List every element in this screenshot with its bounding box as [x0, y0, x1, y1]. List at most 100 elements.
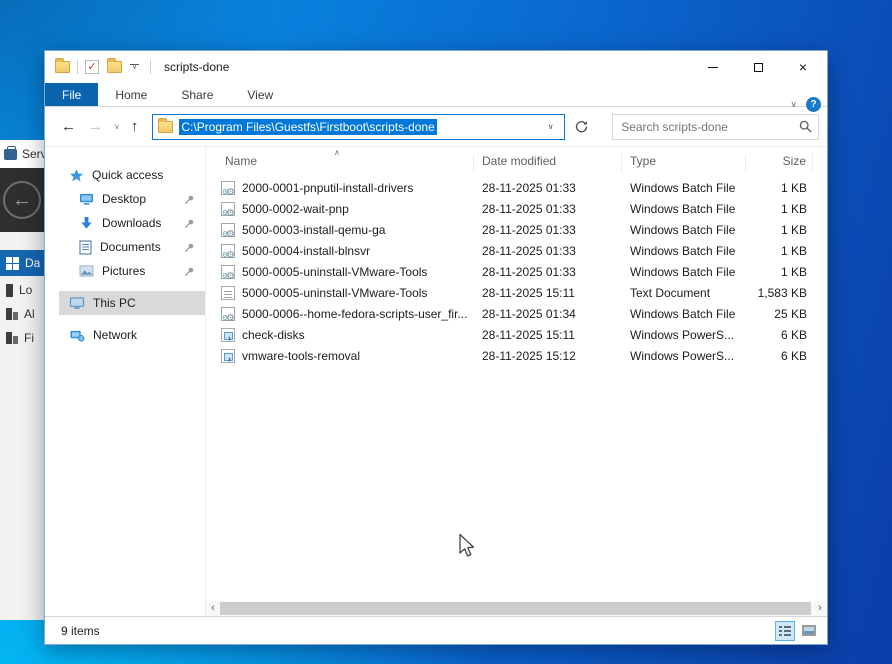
sidebar-item-pictures[interactable]: Pictures — [45, 259, 205, 283]
file-date: 28-11-2025 01:33 — [482, 201, 576, 216]
download-icon — [81, 216, 92, 229]
qat-properties-icon[interactable]: ✓ — [85, 60, 99, 74]
main-area: Quick access Desktop Downloads Documents… — [45, 147, 827, 616]
recent-locations-chevron-icon[interactable]: ∨ — [114, 122, 120, 131]
file-name: 5000-0004-install-blnsvr — [242, 243, 371, 258]
file-row[interactable]: 2000-0001-pnputil-install-drivers 28-11-… — [206, 177, 827, 198]
address-path[interactable]: C:\Program Files\Guestfs\Firstboot\scrip… — [179, 118, 437, 135]
column-header-size[interactable]: Size — [746, 154, 813, 172]
sm-nav-dashboard[interactable]: Da — [0, 250, 44, 276]
file-size: 6 KB — [780, 348, 807, 363]
this-pc-icon — [69, 296, 85, 309]
file-date: 28-11-2025 01:33 — [482, 264, 576, 279]
column-header-date-modified[interactable]: Date modified — [474, 154, 622, 172]
column-header-name[interactable]: Name — [206, 154, 474, 172]
servers-icon — [6, 308, 18, 320]
caption-buttons: × — [684, 51, 827, 83]
titlebar[interactable]: ✓ ∨ scripts-done × — [45, 51, 827, 83]
sidebar-item-network[interactable]: Network — [45, 323, 205, 347]
address-bar[interactable]: C:\Program Files\Guestfs\Firstboot\scrip… — [152, 113, 565, 140]
separator — [77, 60, 78, 74]
sm-nav-local-server[interactable]: Lo — [0, 278, 44, 302]
file-row[interactable]: 5000-0005-uninstall-VMware-Tools 28-11-2… — [206, 282, 827, 303]
help-icon[interactable]: ? — [806, 97, 821, 112]
sidebar-item-documents[interactable]: Documents — [45, 235, 205, 259]
file-type: Windows Batch File — [630, 306, 736, 321]
sidebar-item-this-pc[interactable]: This PC — [59, 291, 205, 315]
sidebar-item-desktop[interactable]: Desktop — [45, 187, 205, 211]
sort-ascending-icon[interactable]: ∧ — [334, 148, 340, 157]
file-size: 1 KB — [780, 243, 807, 258]
server-manager-titlebar: Serv — [0, 140, 44, 168]
file-type: Text Document — [630, 285, 711, 300]
search-icon — [799, 120, 812, 133]
search-box[interactable] — [612, 113, 819, 140]
sidebar-item-quick-access[interactable]: Quick access — [45, 163, 205, 187]
horizontal-scrollbar[interactable]: ‹ › — [206, 601, 827, 616]
file-list: 2000-0001-pnputil-install-drivers 28-11-… — [206, 173, 827, 601]
address-dropdown-chevron-icon[interactable]: ∨ — [542, 122, 560, 131]
file-name: 5000-0002-wait-pnp — [242, 201, 349, 216]
navigation-pane: Quick access Desktop Downloads Documents… — [45, 147, 206, 616]
tab-view[interactable]: View — [230, 83, 290, 106]
server-icon — [6, 283, 13, 297]
column-header-type[interactable]: Type — [622, 154, 746, 172]
tab-share[interactable]: Share — [164, 83, 230, 106]
search-input[interactable] — [621, 119, 799, 134]
qat-newfolder-icon[interactable] — [107, 58, 122, 73]
up-button[interactable]: ↑ — [131, 118, 139, 135]
file-name: 2000-0001-pnputil-install-drivers — [242, 180, 414, 195]
back-button[interactable]: ← — [61, 118, 76, 135]
window-folder-icon — [55, 58, 70, 73]
minimize-button[interactable] — [697, 51, 729, 83]
file-icon — [221, 285, 235, 300]
scroll-right-icon[interactable]: › — [813, 601, 827, 616]
tab-file[interactable]: File — [45, 83, 99, 106]
tab-home[interactable]: Home — [98, 83, 164, 106]
file-row[interactable]: 5000-0006--home-fedora-scripts-user_fir.… — [206, 303, 827, 324]
file-row[interactable]: 5000-0004-install-blnsvr 28-11-2025 01:3… — [206, 240, 827, 261]
file-icon — [221, 243, 235, 258]
server-manager-window: Serv ← Da Lo Al Fi — [0, 140, 44, 620]
forward-button[interactable]: → — [88, 118, 103, 135]
sm-nav-file-storage[interactable]: Fi — [0, 326, 44, 350]
sm-nav-all-servers[interactable]: Al — [0, 302, 44, 326]
file-row[interactable]: 5000-0005-uninstall-VMware-Tools 28-11-2… — [206, 261, 827, 282]
file-row[interactable]: check-disks 28-11-2025 15:11 Windows Pow… — [206, 324, 827, 345]
explorer-window: ✓ ∨ scripts-done × File Home Share View … — [44, 50, 828, 645]
file-row[interactable]: 5000-0002-wait-pnp 28-11-2025 01:33 Wind… — [206, 198, 827, 219]
file-icon — [221, 201, 235, 216]
scrollbar-thumb[interactable] — [220, 602, 811, 615]
window-title: scripts-done — [164, 60, 230, 74]
details-view-button[interactable] — [775, 620, 795, 641]
file-name: check-disks — [242, 327, 305, 342]
close-button[interactable]: × — [787, 51, 819, 83]
file-icon — [221, 180, 235, 195]
refresh-button[interactable] — [569, 114, 595, 140]
file-date: 28-11-2025 01:34 — [482, 306, 576, 321]
file-date: 28-11-2025 01:33 — [482, 222, 576, 237]
file-type: Windows PowerS... — [630, 327, 735, 342]
file-row[interactable]: 5000-0003-install-qemu-ga 28-11-2025 01:… — [206, 219, 827, 240]
scrollbar-track[interactable] — [220, 601, 813, 616]
server-manager-title: Serv — [22, 147, 44, 161]
file-date: 28-11-2025 01:33 — [482, 243, 576, 258]
expand-ribbon-chevron-icon[interactable]: ∨ — [790, 99, 797, 110]
file-type: Windows Batch File — [630, 264, 736, 279]
file-size: 1 KB — [780, 222, 807, 237]
sidebar-item-downloads[interactable]: Downloads — [45, 211, 205, 235]
file-size: 1,583 KB — [757, 285, 807, 300]
file-icon — [221, 264, 235, 279]
thumbnails-view-icon — [802, 625, 816, 636]
thumbnails-view-button[interactable] — [799, 621, 819, 641]
pin-icon — [184, 267, 194, 276]
file-row[interactable]: vmware-tools-removal 28-11-2025 15:12 Wi… — [206, 345, 827, 366]
qat-customize-chevron-icon[interactable]: ∨ — [130, 63, 139, 71]
file-date: 28-11-2025 15:11 — [482, 327, 575, 342]
maximize-button[interactable] — [742, 51, 774, 83]
scroll-left-icon[interactable]: ‹ — [206, 601, 220, 616]
items-count: 9 items — [61, 623, 100, 638]
server-manager-nav: Da Lo Al Fi — [0, 250, 44, 350]
back-circle-icon[interactable]: ← — [3, 181, 41, 219]
file-type: Windows PowerS... — [630, 348, 735, 363]
